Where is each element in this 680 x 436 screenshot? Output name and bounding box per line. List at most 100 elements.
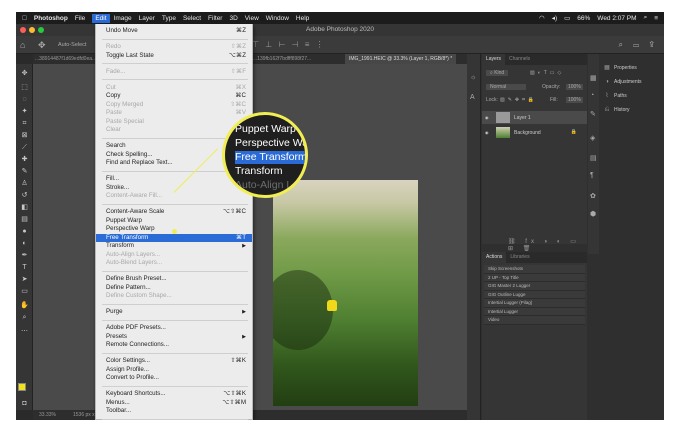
panel-history[interactable]: ⎌ History (600, 104, 664, 116)
action-item[interactable]: 2 UP - Top Title (484, 273, 585, 282)
menu-view[interactable]: View (245, 15, 259, 22)
stamp-icon[interactable]: ♙ (19, 180, 30, 187)
path-select-icon[interactable]: ➤ (19, 276, 30, 283)
menu-filter[interactable]: Filter (208, 15, 222, 22)
history-strip-icon[interactable]: ◔ (590, 92, 594, 99)
menu-item-paste-special[interactable]: Paste Special▶ (96, 118, 252, 126)
char-strip-icon[interactable]: ¶ (590, 172, 594, 179)
volume-icon[interactable]: ◂) (552, 14, 557, 22)
action-item[interactable]: GIG Outline Lugge (484, 290, 585, 299)
swatches-strip-icon[interactable]: ▤ (590, 154, 597, 162)
ai-icon[interactable]: A (470, 94, 475, 101)
menu-item-copy[interactable]: Copy ⌘C (96, 92, 252, 100)
cube-strip-icon[interactable]: ⬢ (590, 210, 596, 218)
properties-strip-icon[interactable]: ▦ (590, 74, 597, 82)
layer-name[interactable]: Layer 1 (514, 115, 531, 121)
lock-icons[interactable]: ▧✎✥⌗🔒 (500, 97, 537, 103)
menu-item-convert-to-profile[interactable]: Convert to Profile... (96, 374, 252, 382)
tab-channels[interactable]: Channels (505, 54, 534, 65)
menu-item-menus[interactable]: Menus... ⌥⇧⌘M (96, 399, 252, 407)
doc-tab-1[interactable]: ...38914487f1d69edfd0ea... (35, 56, 96, 62)
menu-3d[interactable]: 3D (229, 15, 237, 22)
layer-actions-bar[interactable]: ⛓ fx ◑ ◐ ▭ ⊞ 🗑 (482, 238, 587, 252)
control-center-icon[interactable]: ≡ (654, 15, 658, 22)
blend-mode-select[interactable]: Normal (486, 84, 526, 90)
menu-item-content-aware-scale[interactable]: Content-Aware Scale ⌥⇧⌘C (96, 208, 252, 216)
frame-icon[interactable]: ⊠ (19, 132, 30, 139)
layer-row[interactable]: ◉ Layer 1 (482, 111, 587, 124)
menu-item-cut[interactable]: Cut ⌘X (96, 84, 252, 92)
layer-name[interactable]: Background (514, 130, 541, 136)
menu-item-toolbar[interactable]: Toolbar... (96, 407, 252, 415)
menu-item-puppet-warp[interactable]: Puppet Warp (96, 217, 252, 225)
menu-item-redo[interactable]: Redo ⇧⌘Z (96, 43, 252, 51)
action-item[interactable]: Video (484, 316, 585, 325)
zoom-icon[interactable] (38, 27, 44, 33)
wifi-icon[interactable]: ◠ (539, 14, 545, 22)
panel-paths[interactable]: ⌇ Paths (600, 90, 664, 102)
menu-item-copy-merged[interactable]: Copy Merged ⇧⌘C (96, 101, 252, 109)
menu-item-fade[interactable]: Fade... ⇧⌘F (96, 68, 252, 76)
menu-select[interactable]: Select (183, 15, 201, 22)
zoom-level[interactable]: 33.33% (39, 410, 56, 420)
gradient-icon[interactable]: ▤ (19, 216, 30, 223)
shape-icon[interactable]: ▭ (19, 288, 30, 295)
tab-actions[interactable]: Actions (482, 252, 507, 263)
menu-item-define-custom-shape[interactable]: Define Custom Shape... (96, 292, 252, 300)
menu-help[interactable]: Help (296, 15, 309, 22)
kind-filter-select[interactable]: ⌕ Kind (486, 70, 509, 76)
zoom-tool-icon[interactable]: ⌕ (19, 314, 30, 321)
menu-item-undo-move[interactable]: Undo Move ⌘Z (96, 27, 252, 35)
magic-wand-icon[interactable]: ✦ (19, 108, 30, 115)
menu-item-define-pattern[interactable]: Define Pattern... (96, 284, 252, 292)
healing-icon[interactable]: ✚ (19, 156, 30, 163)
tab-libraries[interactable]: Libraries (506, 252, 533, 263)
marquee-icon[interactable]: ⬚ (19, 84, 30, 91)
menu-type[interactable]: Type (162, 15, 176, 22)
glyphs-strip-icon[interactable]: ✿ (590, 192, 596, 200)
menu-item-keyboard-shortcuts[interactable]: Keyboard Shortcuts... ⌥⇧⌘K (96, 390, 252, 398)
menu-item-auto-align-layers[interactable]: Auto-Align Layers... (96, 251, 252, 259)
clock[interactable]: Wed 2:07 PM (597, 15, 636, 22)
menu-item-transform[interactable]: Transform ▶ (96, 242, 252, 250)
menu-item-purge[interactable]: Purge ▶ (96, 308, 252, 316)
menu-window[interactable]: Window (266, 15, 289, 22)
eyedropper-icon[interactable]: ⟋ (19, 144, 30, 151)
auto-select-checkbox[interactable]: Auto-Select (58, 42, 86, 48)
apple-icon[interactable]:  (22, 15, 27, 22)
menu-item-adobe-pdf-presets[interactable]: Adobe PDF Presets... (96, 324, 252, 332)
tab-layers[interactable]: Layers (482, 54, 506, 65)
layer-row[interactable]: ◉ Background 🔒 (482, 126, 587, 139)
dodge-icon[interactable]: ◐ (19, 240, 30, 247)
menu-item-define-brush-preset[interactable]: Define Brush Preset... (96, 275, 252, 283)
crop-icon[interactable]: ⌗ (19, 120, 30, 127)
doc-tab-active[interactable]: IMG_1991.HEIC @ 33.3% (Layer 1, RGB/8*) … (345, 54, 457, 64)
menu-item-color-settings[interactable]: Color Settings... ⇧⌘K (96, 357, 252, 365)
home-icon[interactable]: ⌂ (20, 40, 25, 50)
brush-icon[interactable]: ✎ (19, 168, 30, 175)
panel-adjustments[interactable]: ◑ Adjustments (600, 76, 664, 88)
doc-tab-2[interactable]: ...139fb162f7bdfff898f27... (253, 56, 311, 62)
blur-icon[interactable]: ● (19, 228, 30, 235)
action-item[interactable]: GIG Master 2 Lugger (484, 282, 585, 291)
quick-mask-icon[interactable]: ◘ (19, 400, 30, 407)
menu-file[interactable]: File (75, 15, 85, 22)
search-icon[interactable]: ⌕ (644, 14, 648, 22)
fill-input[interactable]: 100% (566, 97, 583, 103)
hand-icon[interactable]: ✋ (19, 302, 30, 309)
battery-icon[interactable]: ▭ (564, 14, 570, 22)
menu-edit[interactable]: Edit (92, 13, 110, 23)
menu-item-auto-blend-layers[interactable]: Auto-Blend Layers... (96, 259, 252, 267)
menu-layer[interactable]: Layer (139, 15, 155, 22)
brush-strip-icon[interactable]: ✎ (590, 110, 596, 118)
bulb-icon[interactable]: ☼ (470, 74, 476, 81)
history-brush-icon[interactable]: ↺ (19, 192, 30, 199)
menu-item-free-transform[interactable]: Free Transform ⌘T (96, 233, 252, 242)
share-icons[interactable]: ⌕ ▭ ⇪ (618, 40, 658, 50)
eye-icon[interactable]: ◉ (485, 115, 489, 120)
clone-strip-icon[interactable]: ◈ (590, 134, 595, 142)
menu-item-toggle-last-state[interactable]: Toggle Last State ⌥⌘Z (96, 52, 252, 60)
more-tools-icon[interactable]: ⋯ (19, 328, 30, 335)
foreground-color-swatch[interactable] (18, 383, 26, 391)
menu-item-paste[interactable]: Paste ⌘V (96, 109, 252, 117)
